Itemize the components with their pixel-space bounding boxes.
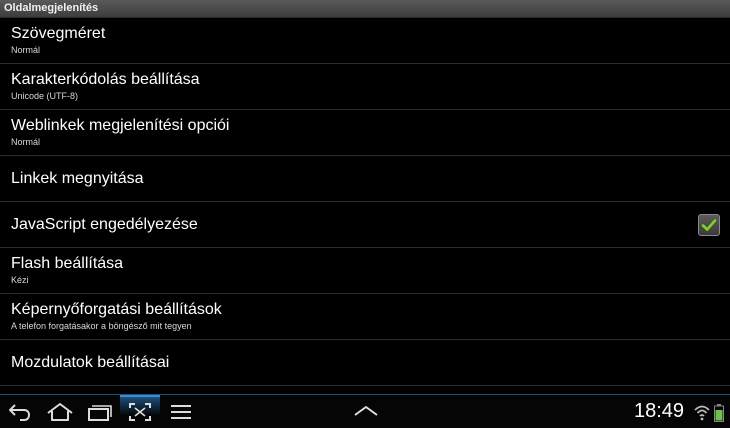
menu-button[interactable] (160, 395, 200, 428)
clock: 18:49 (634, 400, 685, 422)
setting-label: Karakterkódolás beállítása (11, 71, 200, 88)
back-icon (9, 404, 31, 421)
page-title: Oldalmegjelenítés (4, 2, 99, 14)
setting-text-size[interactable]: Szövegméret Normál (0, 18, 730, 64)
setting-summary: Normál (11, 137, 41, 147)
screenshot-button[interactable] (120, 395, 160, 428)
menu-icon (171, 405, 191, 419)
settings-list: Szövegméret Normál Karakterkódolás beáll… (0, 18, 730, 386)
home-icon (47, 403, 73, 421)
checkmark-icon (701, 219, 717, 231)
back-button[interactable] (0, 395, 40, 428)
screenshot-icon (129, 403, 151, 421)
javascript-checkbox[interactable] (698, 214, 720, 236)
setting-flash[interactable]: Flash beállítása Kézi (0, 248, 730, 294)
setting-encoding[interactable]: Karakterkódolás beállítása Unicode (UTF-… (0, 64, 730, 110)
setting-summary: Unicode (UTF-8) (11, 91, 79, 101)
setting-label: Képernyőforgatási beállítások (11, 301, 222, 318)
setting-summary: A telefon forgatásakor a böngésző mit te… (11, 321, 192, 331)
expand-up-button[interactable] (348, 395, 384, 428)
setting-summary: Kézi (11, 275, 29, 285)
setting-label: JavaScript engedélyezése (11, 216, 198, 233)
setting-summary: Normál (11, 45, 41, 55)
expand-up-icon (354, 406, 378, 416)
setting-label: Mozdulatok beállításai (11, 354, 170, 371)
home-button[interactable] (40, 395, 80, 428)
title-bar: Oldalmegjelenítés (0, 0, 730, 18)
setting-label: Linkek megnyitása (11, 170, 144, 187)
recent-apps-button[interactable] (80, 395, 120, 428)
setting-open-links[interactable]: Linkek megnyitása (0, 156, 730, 202)
setting-label: Szövegméret (11, 25, 106, 42)
setting-javascript[interactable]: JavaScript engedélyezése (0, 202, 730, 248)
battery-icon (714, 404, 724, 422)
recent-apps-icon (88, 405, 112, 421)
setting-gestures[interactable]: Mozdulatok beállításai (0, 340, 730, 386)
system-navigation-bar: 18:49 (0, 394, 730, 428)
setting-weblink-display[interactable]: Weblinkek megjelenítési opciói Normál (0, 110, 730, 156)
setting-label: Flash beállítása (11, 255, 124, 272)
setting-label: Weblinkek megjelenítési opciói (11, 117, 230, 134)
wifi-icon (694, 405, 710, 421)
setting-rotation[interactable]: Képernyőforgatási beállítások A telefon … (0, 294, 730, 340)
